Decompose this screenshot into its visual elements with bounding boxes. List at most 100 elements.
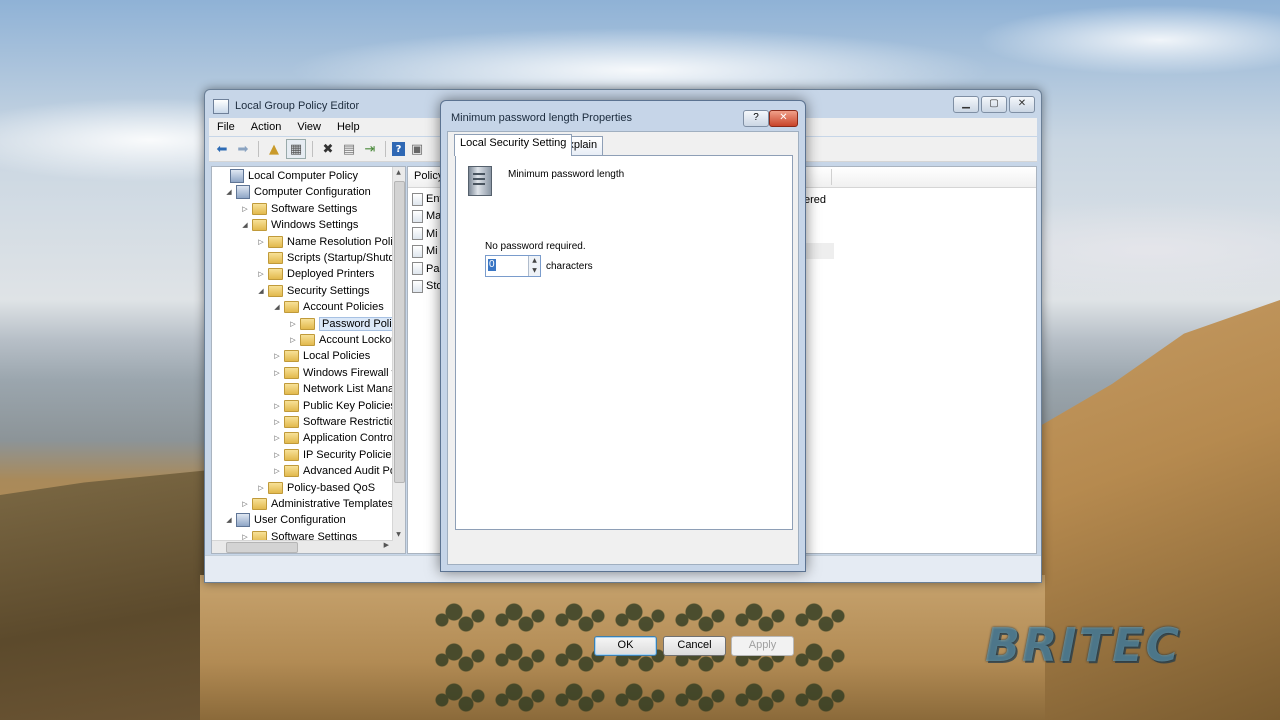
tree-item-label: Software Settings [271,202,358,215]
folder-icon [284,350,299,363]
menu-file[interactable]: File [209,121,243,133]
toolbar-separator [258,141,259,157]
spinner-arrows[interactable]: ▲ ▼ [528,256,540,276]
ok-button[interactable]: OK [594,636,657,656]
expand-arrow-icon[interactable]: ▷ [272,369,282,377]
expand-arrow-icon[interactable]: ▷ [272,418,282,426]
collapse-arrow-icon[interactable]: ◢ [224,188,234,196]
maximize-button[interactable]: ▢ [981,96,1007,113]
list-item[interactable]: Enf [412,191,443,207]
collapse-arrow-icon[interactable]: ◢ [272,303,282,311]
console-tree[interactable]: Local Computer Policy ◢ Computer Configura… [211,166,406,554]
scroll-up-arrow-icon[interactable]: ▲ [394,169,403,177]
tree-item-label: Account Policies [303,301,384,314]
tree-item[interactable]: ▷ Password Policy [288,316,405,332]
tree-item-label: Local Policies [303,350,371,363]
tree-item[interactable]: ▷ Application Control [272,430,395,446]
tree-item[interactable]: ▷ Administrative Templates [240,496,393,512]
forward-arrow-icon[interactable]: ➡ [234,140,252,158]
list-item[interactable]: Mi [412,243,438,259]
policy-node-icon [230,169,244,183]
tree-item[interactable]: ▷ Software Settings [240,201,357,217]
folder-icon [252,202,267,215]
tree-item-label: Account Lockout [319,334,401,346]
tree-item-label: Local Computer Policy [248,170,359,182]
tree-vertical-scrollbar[interactable]: ▲ ▼ [392,167,405,553]
expand-arrow-icon[interactable]: ▷ [272,467,282,475]
expand-arrow-icon[interactable]: ▷ [272,352,282,360]
list-item[interactable]: Sto [412,278,443,294]
up-folder-icon[interactable]: ▲ [265,140,283,158]
menu-action[interactable]: Action [243,121,290,133]
tree-item[interactable]: Scripts (Startup/Shutdov [256,250,405,266]
tree-item[interactable]: ▷ Deployed Printers [256,266,374,282]
password-length-value[interactable]: 0 [488,259,496,271]
window-title: Local Group Policy Editor [235,100,360,112]
tab-local-security-setting[interactable]: Local Security Setting [454,134,573,156]
expand-arrow-icon[interactable]: ▷ [272,451,282,459]
tree-item[interactable]: ◢ Computer Configuration [224,184,371,200]
show-action-pane-icon[interactable]: ▣ [408,140,426,158]
menu-help[interactable]: Help [329,121,368,133]
expand-arrow-icon[interactable]: ▷ [288,320,298,328]
back-arrow-icon[interactable]: ⬅ [213,140,231,158]
window-titlebar[interactable]: Local Group Policy Editor [213,98,359,114]
tree-item[interactable]: Network List Manag [272,381,400,397]
tree-item-label: Windows Firewall wi [303,366,403,379]
expand-arrow-icon[interactable]: ▷ [256,484,266,492]
properties-icon[interactable]: ▤ [340,140,358,158]
cancel-button[interactable]: Cancel [663,636,726,656]
password-length-spinner[interactable]: 0 ▲ ▼ [485,255,541,277]
spin-down-icon[interactable]: ▼ [529,266,540,276]
tree-hscroll-thumb[interactable] [226,542,298,553]
tree-item[interactable]: ▷ Windows Firewall wi [272,365,402,381]
tree-item[interactable]: ▷ IP Security Policies o [272,447,405,463]
collapse-arrow-icon[interactable]: ◢ [240,221,250,229]
tree-scroll-thumb[interactable] [394,181,405,483]
folder-icon [284,465,299,478]
tree-item[interactable]: ◢ Security Settings [256,283,370,299]
scroll-down-arrow-icon[interactable]: ▼ [394,531,403,539]
collapse-arrow-icon[interactable]: ◢ [224,516,234,524]
tree-item[interactable]: ▷ Software Restriction [272,414,401,430]
tree-item[interactable]: ▷ Account Lockout [288,332,400,348]
delete-icon[interactable]: ✖ [319,140,337,158]
dialog-close-button[interactable]: ✕ [769,110,798,127]
tree-item[interactable]: ◢ User Configuration [224,512,346,528]
export-list-icon[interactable]: ⇥ [361,140,379,158]
tree-item[interactable]: ◢ Windows Settings [240,217,358,233]
collapse-arrow-icon[interactable]: ◢ [256,287,266,295]
tree-item[interactable]: ▷ Policy-based QoS [256,480,375,496]
expand-arrow-icon[interactable]: ▷ [240,205,250,213]
spin-up-icon[interactable]: ▲ [529,256,540,266]
tree-item[interactable]: ▷ Advanced Audit Poli [272,463,401,479]
tree-item[interactable]: Local Computer Policy [218,168,358,184]
minimize-button[interactable]: ▁ [953,96,979,113]
show-hide-tree-icon[interactable]: ▦ [286,139,306,159]
help-icon[interactable]: ? [392,142,405,156]
expand-arrow-icon[interactable]: ▷ [256,238,266,246]
tree-item[interactable]: ▷ Local Policies [272,348,370,364]
tree-item[interactable]: ▷ Public Key Policies [272,398,396,414]
column-header-policy[interactable]: Policy [414,170,443,182]
scroll-right-arrow-icon[interactable]: ▶ [384,541,389,549]
expand-arrow-icon[interactable]: ▷ [256,270,266,278]
expand-arrow-icon[interactable]: ▷ [288,336,298,344]
list-item-label: Mi [426,227,438,240]
list-item[interactable]: Mi [412,226,438,242]
tree-item[interactable]: ▷ Name Resolution Policy [256,234,404,250]
tree-horizontal-scrollbar[interactable]: ▶ [212,540,393,553]
properties-dialog[interactable]: Minimum password length Properties ? ✕ L… [440,100,806,656]
folder-icon [284,416,299,428]
menu-view[interactable]: View [289,121,329,133]
expand-arrow-icon[interactable]: ▷ [240,500,250,508]
expand-arrow-icon[interactable]: ▷ [272,402,282,410]
close-window-button[interactable]: ✕ [1009,96,1035,113]
expand-arrow-icon[interactable]: ▷ [272,434,282,442]
folder-icon [284,399,299,412]
tree-item[interactable]: ◢ Account Policies [272,299,384,315]
list-item[interactable]: Ma [412,208,441,224]
folder-icon [284,366,299,379]
apply-button[interactable]: Apply [731,636,794,656]
dialog-help-button[interactable]: ? [743,110,769,127]
